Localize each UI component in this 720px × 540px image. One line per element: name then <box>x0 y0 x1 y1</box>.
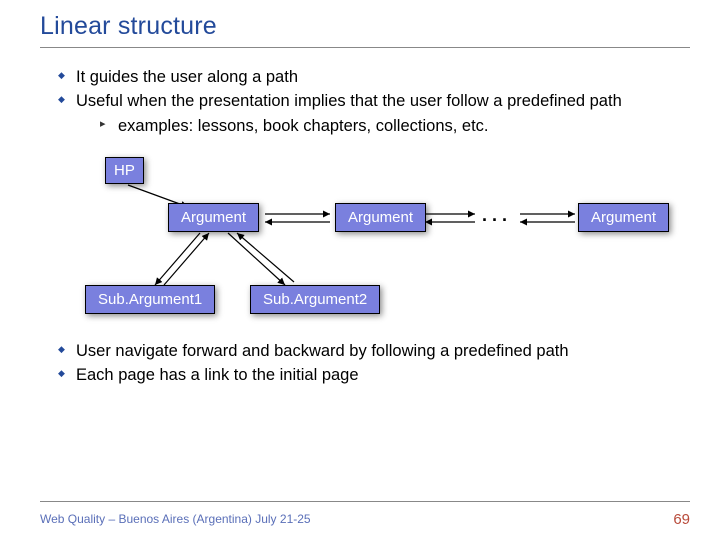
sub-bullet-item: examples: lessons, book chapters, collec… <box>100 115 690 137</box>
sub-bullet-text: examples: lessons, book chapters, collec… <box>118 117 489 135</box>
bullet-item: It guides the user along a path <box>58 66 690 88</box>
node-subargument: Sub.Argument1 <box>85 285 215 314</box>
node-ellipsis: . . . <box>482 205 507 226</box>
footer-rule <box>40 501 690 502</box>
title-rule <box>40 47 690 48</box>
bullet-item: Useful when the presentation implies tha… <box>58 90 690 137</box>
bullet-item: Each page has a link to the initial page <box>58 364 690 386</box>
bullet-item: User navigate forward and backward by fo… <box>58 340 690 362</box>
bullet-text: Each page has a link to the initial page <box>76 366 359 384</box>
bullet-text: User navigate forward and backward by fo… <box>76 342 569 360</box>
bullet-text: Useful when the presentation implies tha… <box>76 92 622 110</box>
node-argument: Argument <box>578 203 669 232</box>
slide: Linear structure It guides the user alon… <box>0 0 720 540</box>
bullet-text: It guides the user along a path <box>76 68 298 86</box>
sub-bullet-list: examples: lessons, book chapters, collec… <box>76 115 690 137</box>
node-hp: HP <box>105 157 144 184</box>
diagram: HP Argument Argument . . . Argument Sub.… <box>40 155 690 330</box>
node-subargument: Sub.Argument2 <box>250 285 380 314</box>
bullet-list-top: It guides the user along a path Useful w… <box>40 66 690 137</box>
bullet-list-bottom: User navigate forward and backward by fo… <box>40 340 690 387</box>
footer-text: Web Quality – Buenos Aires (Argentina) J… <box>40 512 311 526</box>
slide-title: Linear structure <box>40 12 690 41</box>
page-number: 69 <box>673 511 690 528</box>
node-argument: Argument <box>335 203 426 232</box>
node-argument: Argument <box>168 203 259 232</box>
